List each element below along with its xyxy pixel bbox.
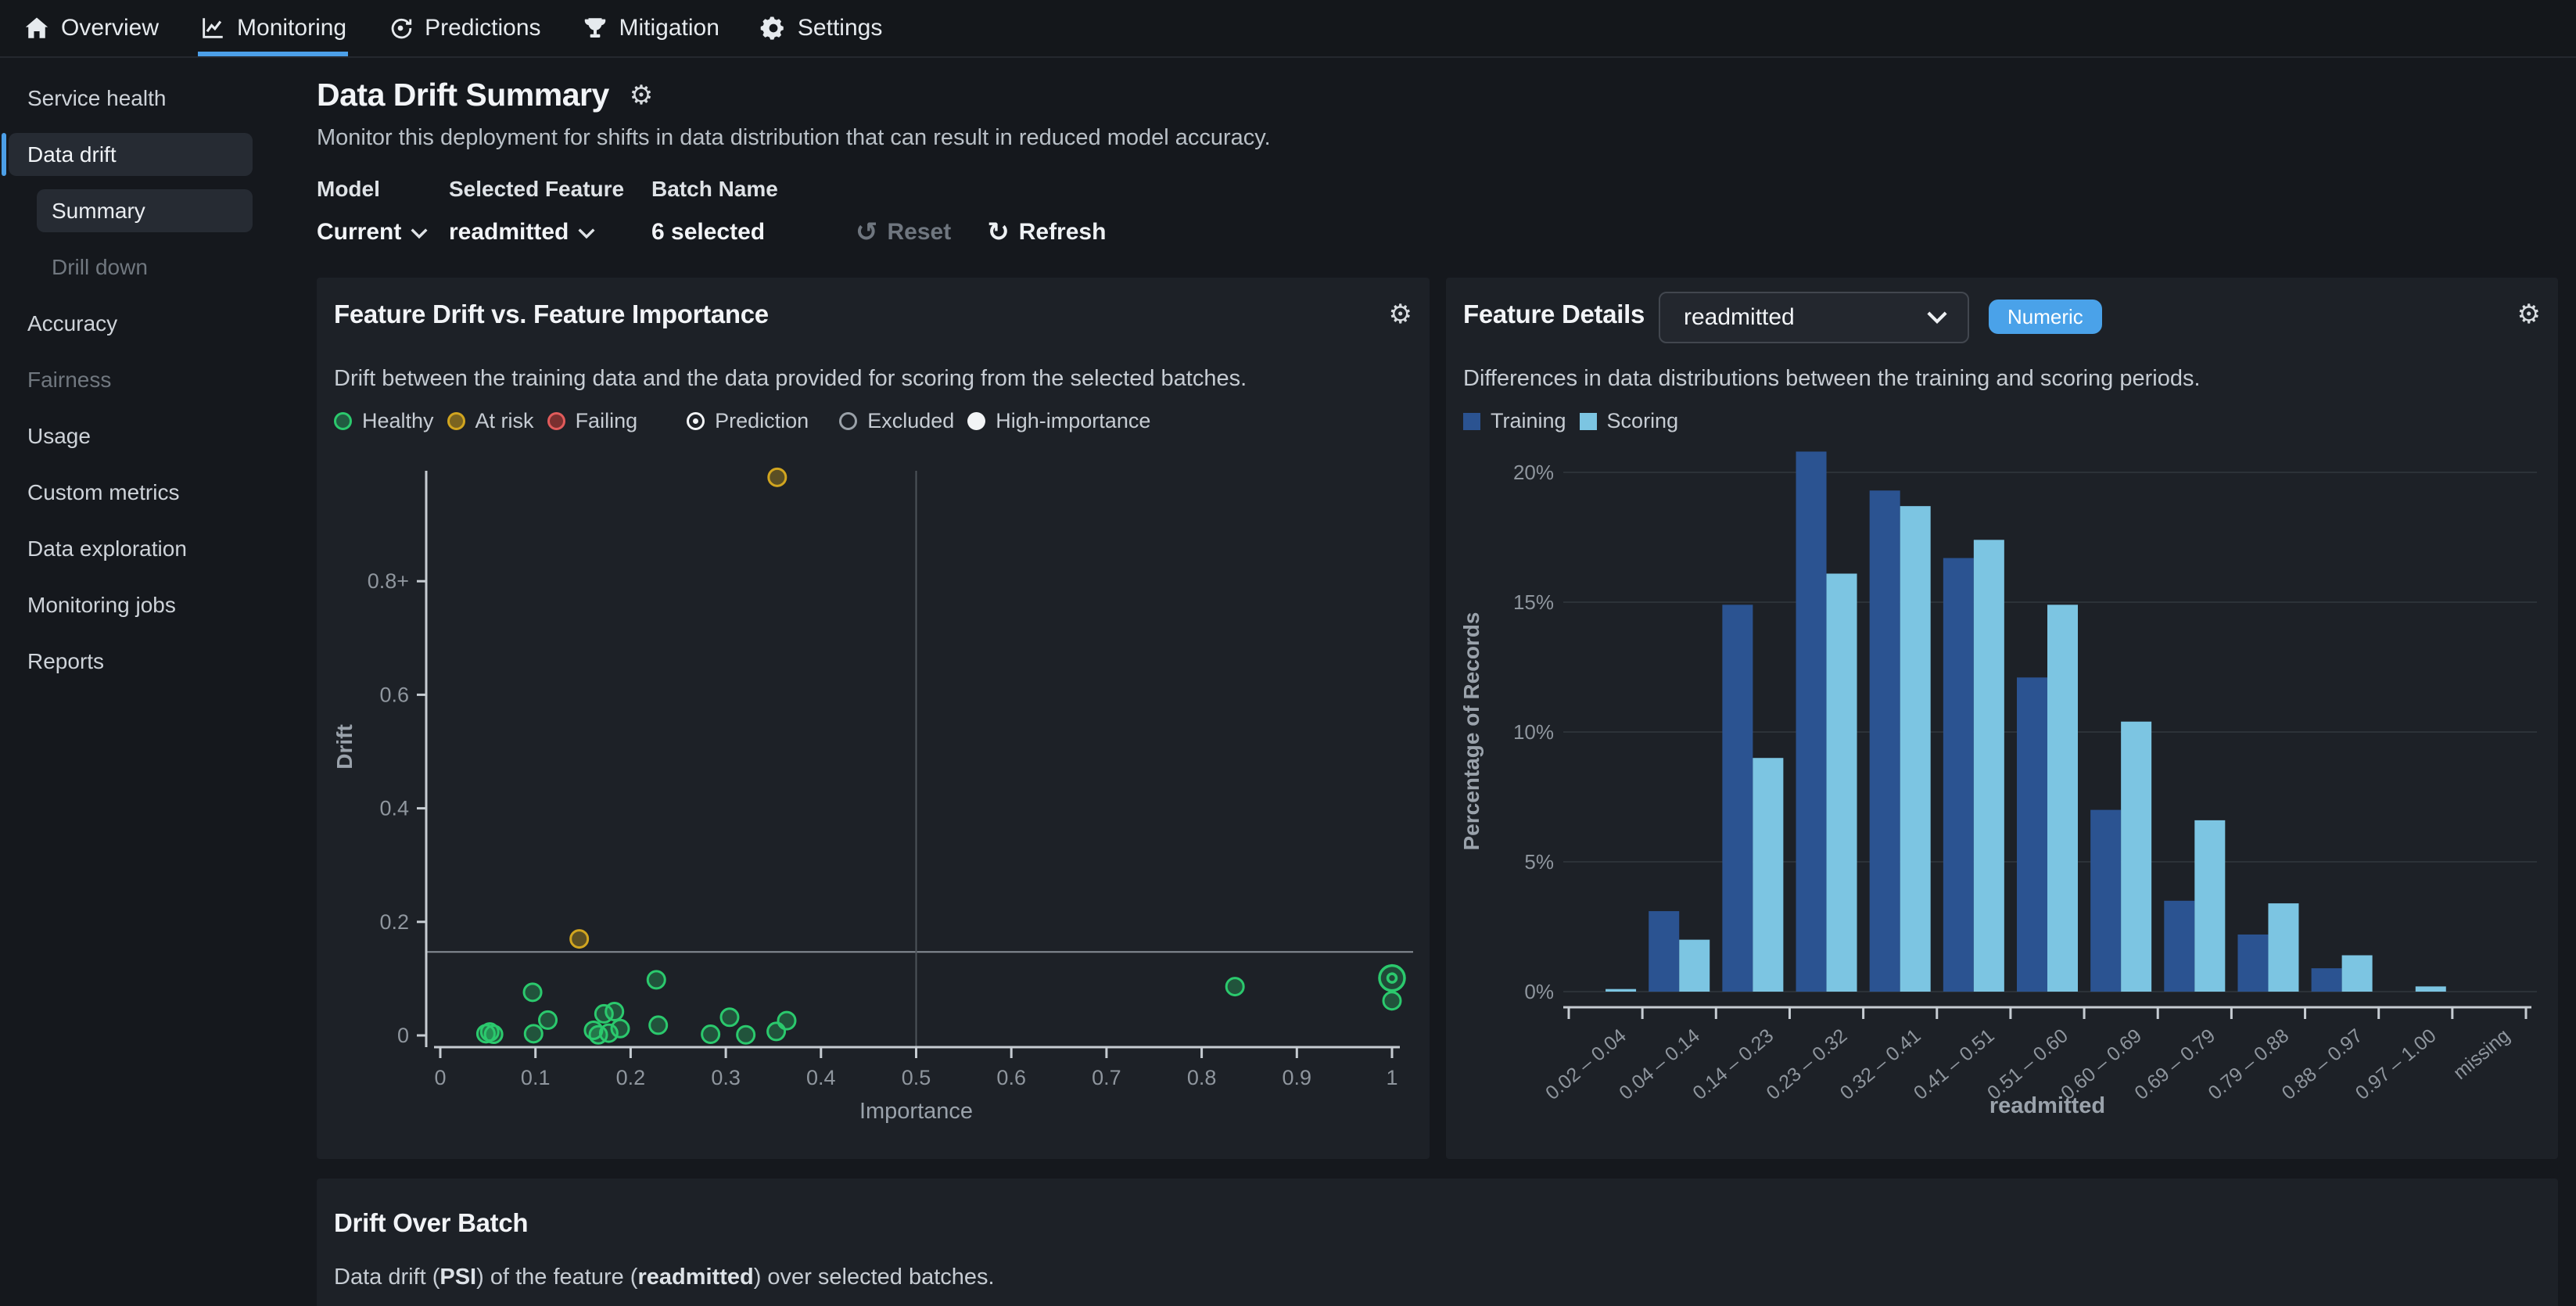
svg-text:0: 0 [434,1066,446,1089]
drift-importance-panel: Feature Drift vs. Feature Importance ⚙ D… [317,278,1430,1159]
svg-text:Drift: Drift [332,724,357,770]
svg-text:missing: missing [2449,1024,2514,1084]
nav-item-settings[interactable]: Settings [759,0,884,56]
feature-select[interactable]: readmitted [449,219,651,246]
batch-panel-title: Drift Over Batch [334,1208,528,1238]
app-root: Overview Monitoring Predictions Mitigation S… [0,0,2576,1306]
svg-text:0%: 0% [1524,980,1554,1003]
svg-text:15%: 15% [1513,590,1554,614]
sidebar-item-fairness[interactable]: Fairness [0,358,253,401]
monitoring-icon [199,15,226,41]
svg-text:0.5: 0.5 [902,1066,931,1089]
svg-text:0.6: 0.6 [996,1066,1026,1089]
svg-text:0.4: 0.4 [379,797,409,820]
gear-icon [760,15,787,41]
svg-text:0.8: 0.8 [1187,1066,1217,1089]
nav-item-overview[interactable]: Overview [22,0,160,56]
sidebar-item-reports[interactable]: Reports [0,640,253,683]
predictions-icon [387,15,414,41]
filter-bar: Model Current Selected Feature readmitte… [317,177,1106,246]
svg-text:0: 0 [397,1024,409,1047]
svg-text:10%: 10% [1513,720,1554,744]
refresh-icon: ↻ [987,219,1010,246]
svg-text:1: 1 [1386,1066,1397,1089]
svg-text:readmitted: readmitted [1989,1093,2105,1118]
svg-text:0.97 – 1.00: 0.97 – 1.00 [2352,1024,2441,1104]
svg-text:20%: 20% [1513,461,1554,484]
svg-text:0.02 – 0.04: 0.02 – 0.04 [1541,1024,1631,1104]
refresh-button[interactable]: ↻ Refresh [987,219,1106,246]
page-header: Data Drift Summary ⚙ [317,77,653,113]
svg-text:0.41 – 0.51: 0.41 – 0.51 [1910,1024,1999,1104]
main-content: Data Drift Summary ⚙ Monitor this deploy… [278,58,2576,1306]
svg-text:Percentage of Records: Percentage of Records [1459,612,1484,851]
sidebar-item-summary[interactable]: Summary [37,189,253,232]
svg-text:0.8+: 0.8+ [368,569,409,593]
model-select[interactable]: Current [317,219,449,246]
svg-text:0.60 – 0.69: 0.60 – 0.69 [2057,1024,2146,1104]
feature-details-bar-chart[interactable]: 0% 5% 10% 15% 20% 0.02 – 0.040.04 – 0.140.14 … [1446,278,2558,1159]
chevron-down-icon [578,219,595,246]
batch-filter-label: Batch Name [651,177,818,202]
svg-text:5%: 5% [1524,850,1554,874]
page-subtitle: Monitor this deployment for shifts in da… [317,125,1271,151]
svg-text:0.3: 0.3 [711,1066,741,1089]
svg-text:0.79 – 0.88: 0.79 – 0.88 [2204,1024,2293,1104]
svg-text:0.23 – 0.32: 0.23 – 0.32 [1763,1024,1852,1104]
svg-text:0.6: 0.6 [379,683,409,706]
chevron-down-icon [411,219,428,246]
page-title: Data Drift Summary [317,77,609,113]
svg-text:Importance: Importance [859,1099,973,1124]
feature-details-panel: Feature Details readmitted Numeric ⚙ Dif… [1446,278,2558,1159]
reset-button[interactable]: ↺ Reset [856,219,951,246]
svg-text:0.04 – 0.14: 0.04 – 0.14 [1615,1024,1704,1104]
svg-text:0.14 – 0.23: 0.14 – 0.23 [1688,1024,1778,1104]
drift-importance-scatter-chart[interactable]: 0 0.2 0.4 0.6 0.8+ 0 0.1 0.2 0.3 0.4 0.5 0.6 0.7 0.8 0… [317,278,1430,1159]
undo-icon: ↺ [856,219,878,246]
drift-over-batch-panel: Drift Over Batch Data drift (PSI) of the… [317,1179,2558,1306]
svg-text:0.2: 0.2 [616,1066,646,1089]
sidebar-item-service-health[interactable]: Service health [0,77,253,120]
page-settings-gear-icon[interactable]: ⚙ [630,82,653,109]
nav-item-mitigation[interactable]: Mitigation [580,0,721,56]
sidebar: Service health Data drift Summary Drill dow… [0,58,278,1306]
model-filter-label: Model [317,177,449,202]
svg-text:0.69 – 0.79: 0.69 – 0.79 [2130,1024,2219,1104]
nav-item-predictions[interactable]: Predictions [386,0,542,56]
batch-panel-description: Data drift (PSI) of the feature (readmit… [334,1265,995,1290]
sidebar-item-monitoring-jobs[interactable]: Monitoring jobs [0,583,253,626]
svg-text:0.4: 0.4 [806,1066,836,1089]
sidebar-item-data-drift[interactable]: Data drift [9,133,253,176]
svg-text:0.1: 0.1 [521,1066,551,1089]
top-nav: Overview Monitoring Predictions Mitigation S… [0,0,2576,58]
svg-text:0.9: 0.9 [1283,1066,1312,1089]
svg-text:0.88 – 0.97: 0.88 – 0.97 [2278,1024,2367,1104]
svg-text:0.32 – 0.41: 0.32 – 0.41 [1836,1024,1925,1104]
sidebar-item-drill-down[interactable]: Drill down [0,246,253,289]
batch-select[interactable]: 6 selected [651,219,818,246]
sidebar-item-usage[interactable]: Usage [0,414,253,457]
sidebar-item-data-exploration[interactable]: Data exploration [0,527,253,570]
trophy-icon [582,15,608,41]
svg-text:0.2: 0.2 [379,910,409,934]
sidebar-item-accuracy[interactable]: Accuracy [0,302,253,345]
svg-text:0.51 – 0.60: 0.51 – 0.60 [1983,1024,2072,1104]
home-icon [23,15,50,41]
feature-filter-label: Selected Feature [449,177,651,202]
svg-text:0.7: 0.7 [1092,1066,1121,1089]
nav-item-monitoring[interactable]: Monitoring [198,0,348,56]
sidebar-item-custom-metrics[interactable]: Custom metrics [0,471,253,514]
